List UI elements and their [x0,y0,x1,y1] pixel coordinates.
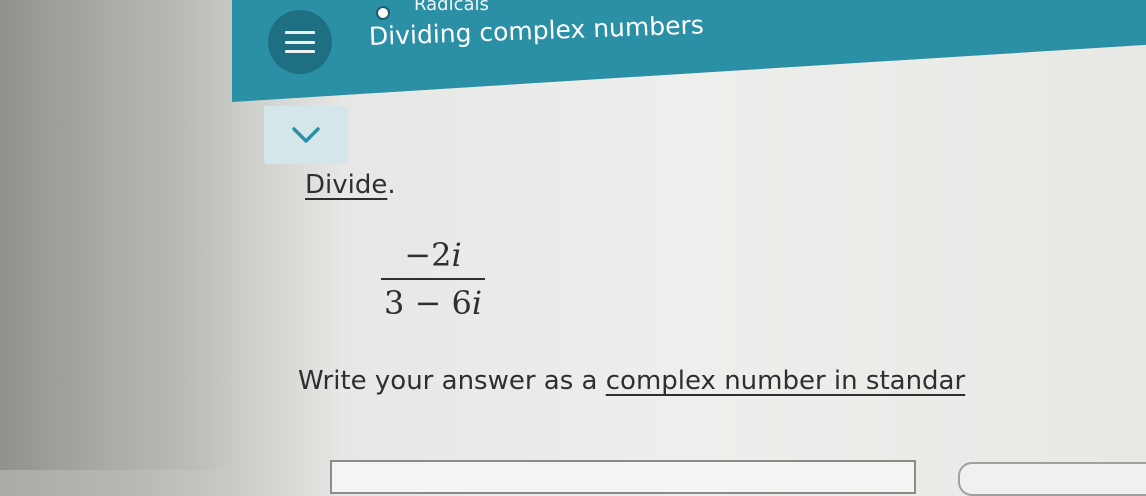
fraction-denominator: 3 − 6i [384,280,482,322]
topic-label: Radicals [414,0,489,15]
instruction-period: . [387,170,396,200]
denominator-imaginary-unit: i [471,284,483,322]
complex-fraction: −2i 3 − 6i [380,236,486,322]
numerator-imaginary-unit: i [451,236,462,274]
fraction-numerator: −2i [404,236,461,278]
denominator-value: 3 − 6 [383,284,472,322]
instruction-word: Divide [305,170,388,200]
answer-input[interactable] [330,460,916,494]
menu-button[interactable] [268,10,332,74]
answer-prompt-prefix: Write your answer as a [298,366,606,396]
standard-form-link[interactable]: complex number in standar [606,366,965,396]
toolbox-button[interactable] [958,462,1146,496]
left-background-panel [0,0,232,470]
hamburger-menu-icon [285,31,315,53]
instruction-text: Divide. [305,170,396,200]
radio-dot-icon [376,6,390,20]
chevron-down-icon [292,127,320,143]
numerator-value: −2 [404,236,452,274]
answer-instructions: Write your answer as a complex number in… [298,366,965,396]
expand-button[interactable] [264,106,348,164]
